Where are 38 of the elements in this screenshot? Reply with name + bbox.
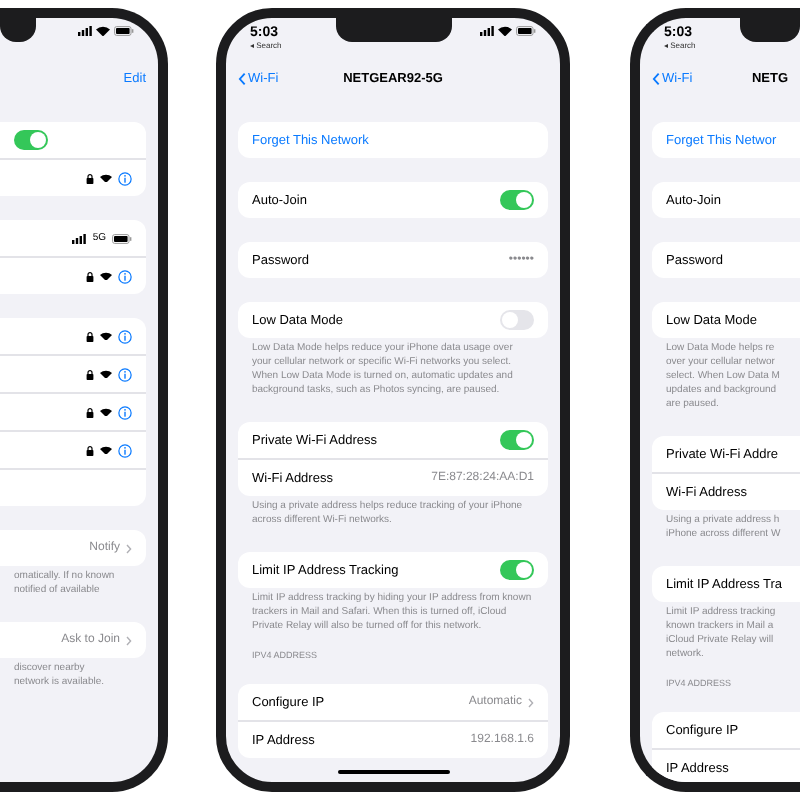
- battery-icon: [112, 233, 132, 243]
- info-icon[interactable]: [118, 171, 132, 185]
- toggle-switch[interactable]: [500, 430, 534, 450]
- signal-icon: [72, 233, 87, 243]
- lock-icon: [86, 331, 94, 341]
- info-icon[interactable]: [118, 367, 132, 381]
- toggle-switch[interactable]: [500, 190, 534, 210]
- lock-icon: [86, 173, 94, 183]
- back-chevron-icon: [238, 71, 246, 85]
- back-chevron-icon: [652, 71, 660, 85]
- wifi-icon: [100, 407, 112, 417]
- info-icon[interactable]: [118, 443, 132, 457]
- toggle-switch[interactable]: [500, 560, 534, 580]
- chevron-icon: [528, 697, 534, 707]
- wifi-icon: [100, 331, 112, 341]
- toggle-switch[interactable]: [14, 130, 48, 150]
- signal-icon: [480, 26, 494, 37]
- wifi-icon: [96, 26, 110, 37]
- info-icon[interactable]: [118, 269, 132, 283]
- signal-icon: [78, 26, 92, 37]
- notch: [335, 18, 451, 42]
- lock-icon: [86, 445, 94, 455]
- wifi-icon: [100, 369, 112, 379]
- battery-icon: [516, 26, 536, 37]
- wifi-icon: [498, 26, 512, 37]
- wifi-icon: [100, 173, 112, 183]
- chevron-icon: [126, 635, 132, 645]
- wifi-icon: [100, 271, 112, 281]
- wifi-icon: [100, 445, 112, 455]
- info-icon[interactable]: [118, 329, 132, 343]
- lock-icon: [86, 369, 94, 379]
- chevron-icon: [126, 543, 132, 553]
- lock-icon: [86, 271, 94, 281]
- battery-icon: [114, 26, 134, 37]
- home-indicator: [337, 770, 449, 774]
- toggle-switch[interactable]: [500, 310, 534, 330]
- lock-icon: [86, 407, 94, 417]
- info-icon[interactable]: [118, 405, 132, 419]
